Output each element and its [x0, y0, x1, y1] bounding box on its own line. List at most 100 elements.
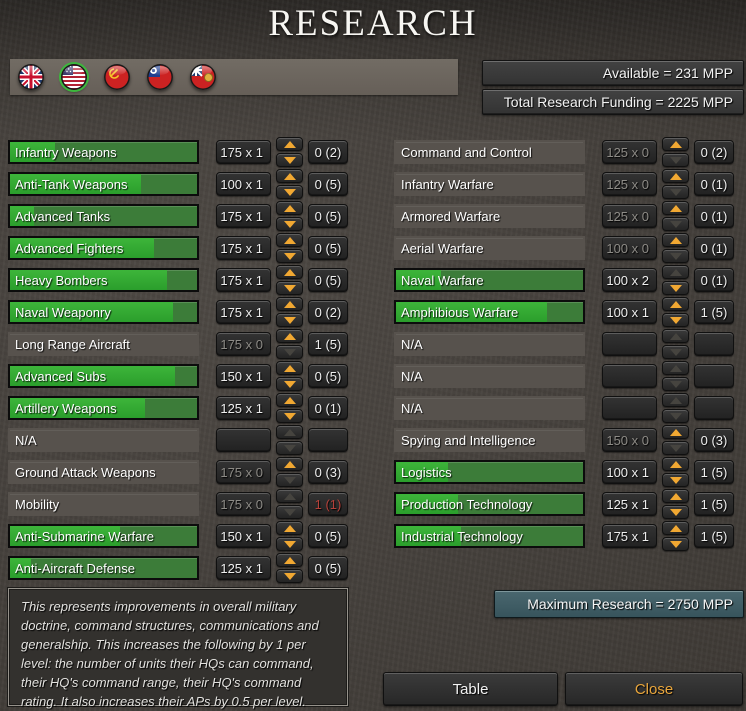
increase-funding-button[interactable]: [276, 265, 303, 279]
down-arrow-icon: [669, 540, 682, 548]
increase-funding-button[interactable]: [662, 489, 689, 503]
decrease-funding-button[interactable]: [276, 281, 303, 295]
level-display: 0 (2): [694, 140, 734, 164]
level-display: 0 (2): [308, 300, 348, 324]
funding-spinner: [662, 233, 689, 263]
decrease-funding-button[interactable]: [662, 377, 689, 391]
research-column-right: Command and Control 125 x 0 0 (2) Infantry …: [394, 136, 734, 552]
research-progress-bar: Amphibious Warfare: [394, 300, 585, 324]
decrease-funding-button[interactable]: [276, 473, 303, 487]
increase-funding-button[interactable]: [276, 425, 303, 439]
research-row: Naval Warfare 100 x 2 0 (1): [394, 264, 734, 296]
down-arrow-icon: [669, 444, 682, 452]
decrease-funding-button[interactable]: [276, 217, 303, 231]
research-label: Logistics: [401, 465, 452, 480]
down-arrow-icon: [283, 540, 296, 548]
down-arrow-icon: [283, 380, 296, 388]
decrease-funding-button[interactable]: [276, 249, 303, 263]
research-row: Mobility 175 x 0 1 (1): [8, 488, 348, 520]
increase-funding-button[interactable]: [276, 137, 303, 151]
increase-funding-button[interactable]: [276, 489, 303, 503]
increase-funding-button[interactable]: [276, 233, 303, 247]
research-row: Long Range Aircraft 175 x 0 1 (5): [8, 328, 348, 360]
down-arrow-icon: [283, 476, 296, 484]
decrease-funding-button[interactable]: [276, 377, 303, 391]
increase-funding-button[interactable]: [662, 393, 689, 407]
increase-funding-button[interactable]: [662, 329, 689, 343]
research-row: Advanced Tanks 175 x 1 0 (5): [8, 200, 348, 232]
decrease-funding-button[interactable]: [276, 409, 303, 423]
funding-spinner: [276, 297, 303, 327]
cost-display: 175 x 0: [216, 460, 271, 484]
decrease-funding-button[interactable]: [276, 185, 303, 199]
increase-funding-button[interactable]: [662, 297, 689, 311]
decrease-funding-button[interactable]: [662, 185, 689, 199]
increase-funding-button[interactable]: [276, 329, 303, 343]
decrease-funding-button[interactable]: [276, 441, 303, 455]
research-label: Amphibious Warfare: [401, 305, 519, 320]
decrease-funding-button[interactable]: [276, 505, 303, 519]
increase-funding-button[interactable]: [276, 457, 303, 471]
increase-funding-button[interactable]: [276, 297, 303, 311]
increase-funding-button[interactable]: [662, 457, 689, 471]
colonial-ensign-flag[interactable]: [190, 64, 216, 90]
up-arrow-icon: [283, 140, 296, 148]
decrease-funding-button[interactable]: [276, 569, 303, 583]
decrease-funding-button[interactable]: [662, 281, 689, 295]
decrease-funding-button[interactable]: [662, 537, 689, 551]
increase-funding-button[interactable]: [662, 169, 689, 183]
funding-spinner: [276, 137, 303, 167]
increase-funding-button[interactable]: [276, 169, 303, 183]
cost-display: 125 x 0: [602, 204, 657, 228]
research-label: N/A: [401, 401, 423, 416]
up-arrow-icon: [283, 428, 296, 436]
decrease-funding-button[interactable]: [662, 313, 689, 327]
cost-display: 100 x 2: [602, 268, 657, 292]
decrease-funding-button[interactable]: [662, 345, 689, 359]
funding-spinner: [662, 297, 689, 327]
increase-funding-button[interactable]: [662, 361, 689, 375]
cost-display: 150 x 1: [216, 524, 271, 548]
usa-flag[interactable]: [61, 64, 87, 90]
funding-spinner: [276, 265, 303, 295]
table-button[interactable]: Table: [383, 672, 558, 706]
decrease-funding-button[interactable]: [662, 473, 689, 487]
decrease-funding-button[interactable]: [662, 249, 689, 263]
up-arrow-icon: [283, 364, 296, 372]
down-arrow-icon: [283, 412, 296, 420]
research-progress-bar: Advanced Fighters: [8, 236, 199, 260]
china-flag[interactable]: [147, 64, 173, 90]
increase-funding-button[interactable]: [662, 137, 689, 151]
cost-display: 100 x 0: [602, 236, 657, 260]
close-button[interactable]: Close: [565, 672, 743, 706]
decrease-funding-button[interactable]: [662, 153, 689, 167]
increase-funding-button[interactable]: [276, 521, 303, 535]
cost-display: [602, 396, 657, 420]
level-display: 1 (5): [308, 332, 348, 356]
decrease-funding-button[interactable]: [276, 153, 303, 167]
decrease-funding-button[interactable]: [276, 313, 303, 327]
research-progress-bar: N/A: [8, 428, 199, 452]
research-row: Infantry Weapons 175 x 1 0 (2): [8, 136, 348, 168]
increase-funding-button[interactable]: [276, 553, 303, 567]
level-display: 0 (1): [694, 236, 734, 260]
increase-funding-button[interactable]: [276, 201, 303, 215]
research-progress-bar: N/A: [394, 332, 585, 356]
uk-flag[interactable]: [18, 64, 44, 90]
increase-funding-button[interactable]: [662, 233, 689, 247]
decrease-funding-button[interactable]: [662, 217, 689, 231]
increase-funding-button[interactable]: [276, 361, 303, 375]
decrease-funding-button[interactable]: [276, 537, 303, 551]
research-progress-bar: Naval Weaponry: [8, 300, 199, 324]
ussr-flag[interactable]: [104, 64, 130, 90]
increase-funding-button[interactable]: [276, 393, 303, 407]
increase-funding-button[interactable]: [662, 201, 689, 215]
increase-funding-button[interactable]: [662, 521, 689, 535]
increase-funding-button[interactable]: [662, 265, 689, 279]
decrease-funding-button[interactable]: [662, 505, 689, 519]
increase-funding-button[interactable]: [662, 425, 689, 439]
decrease-funding-button[interactable]: [276, 345, 303, 359]
research-progress-bar: Long Range Aircraft: [8, 332, 199, 356]
decrease-funding-button[interactable]: [662, 409, 689, 423]
decrease-funding-button[interactable]: [662, 441, 689, 455]
